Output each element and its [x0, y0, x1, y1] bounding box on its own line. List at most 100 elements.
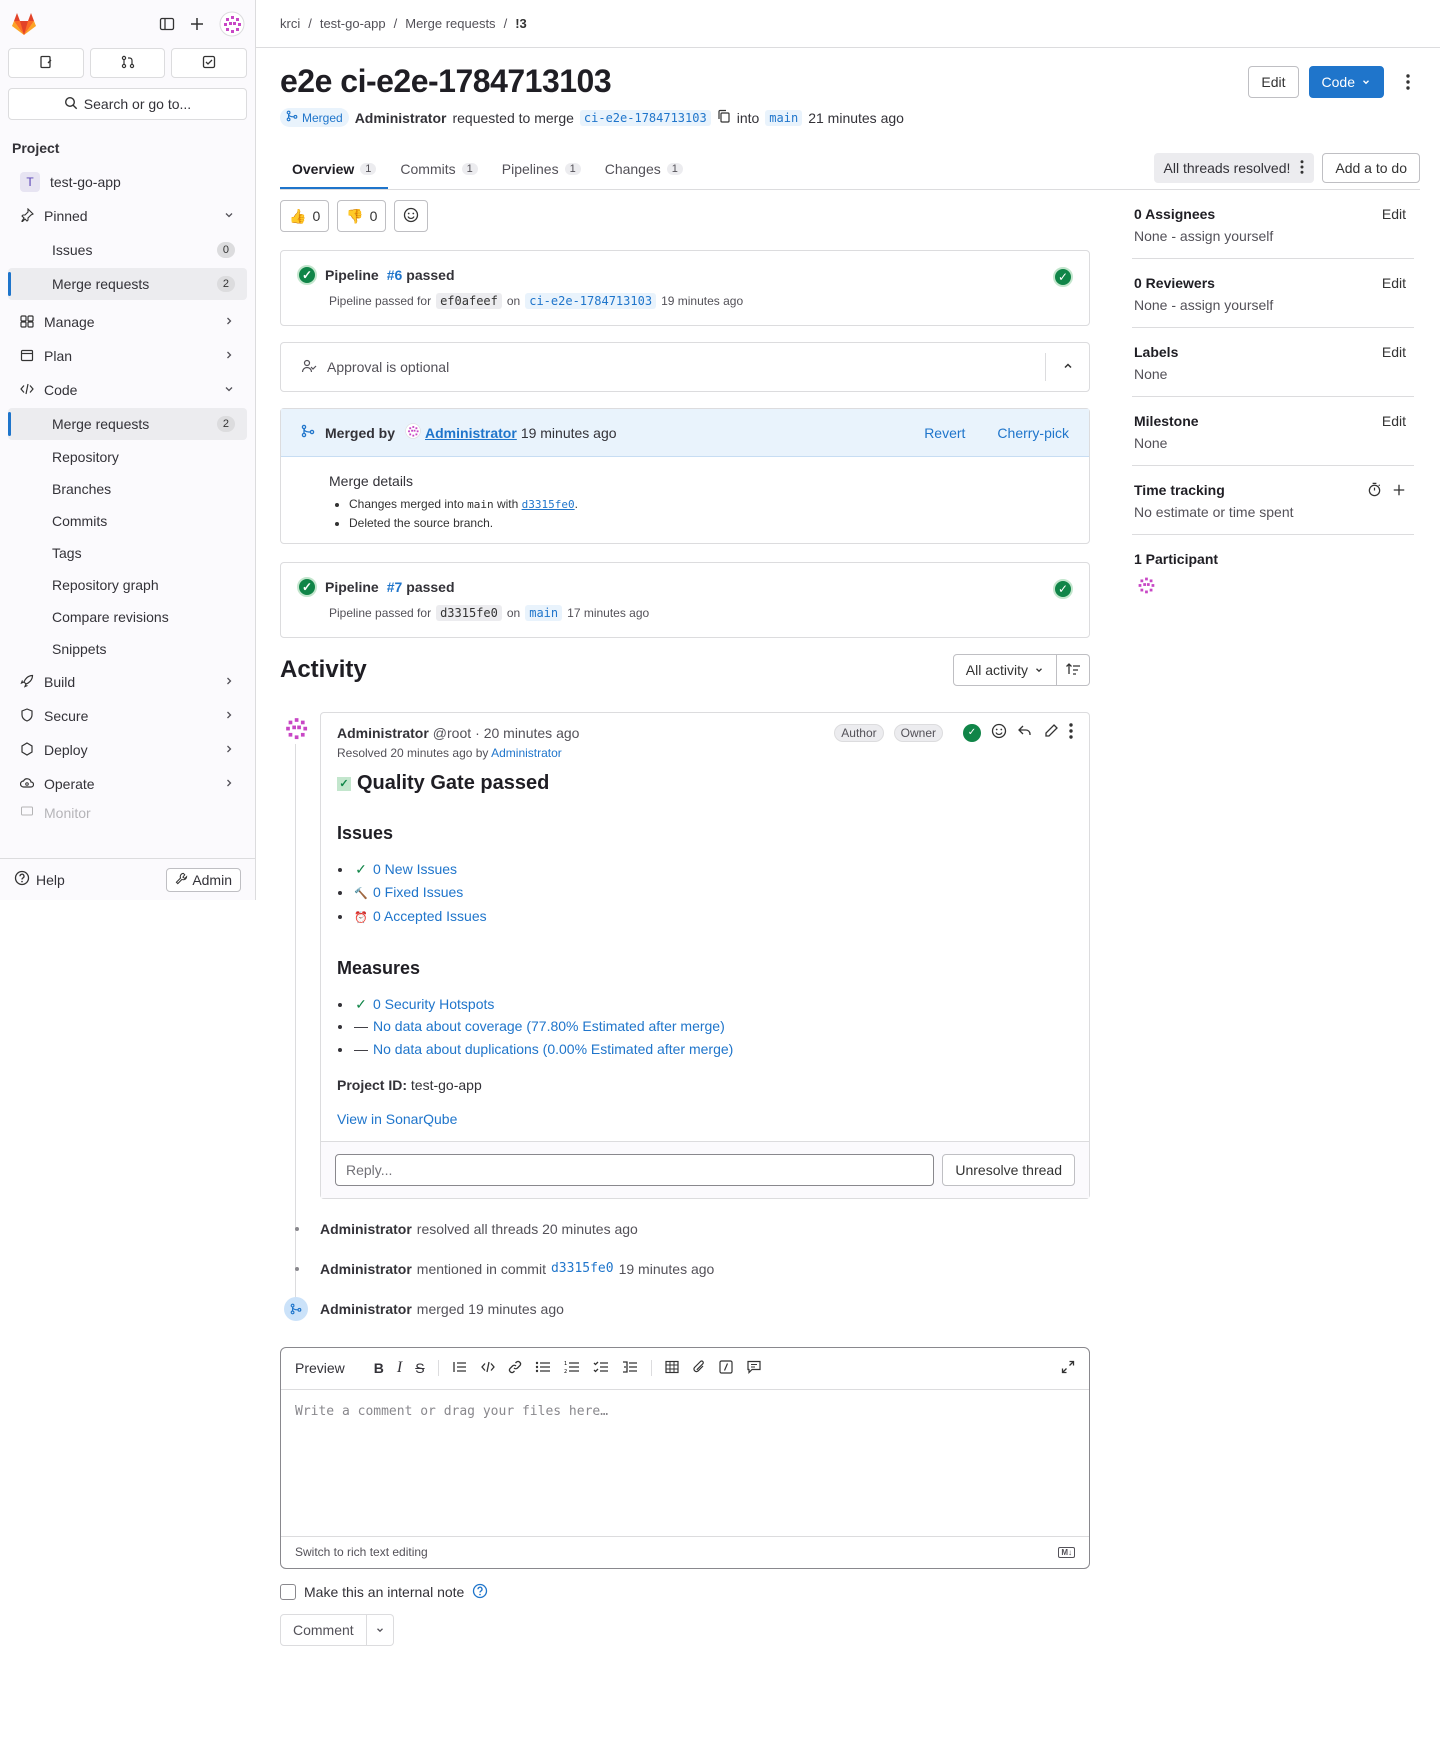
sidebar-item-code[interactable]: Code: [8, 374, 247, 406]
commit-sha[interactable]: d3315fe0: [436, 605, 502, 621]
resolved-by-link[interactable]: Administrator: [491, 746, 562, 760]
reply-icon[interactable]: [1017, 723, 1033, 742]
more-actions-icon[interactable]: [1394, 66, 1422, 98]
copy-branch-icon[interactable]: [717, 109, 731, 126]
sidebar-item-deploy[interactable]: Deploy: [8, 734, 247, 766]
gitlab-logo-icon[interactable]: [10, 10, 38, 38]
sidebar-item-manage[interactable]: Manage: [8, 306, 247, 338]
measure-link[interactable]: No data about duplications (0.00% Estima…: [373, 1041, 733, 1057]
sidebar-item-commits[interactable]: Commits: [8, 506, 247, 536]
more-vertical-icon[interactable]: [1069, 723, 1073, 742]
add-reaction-button[interactable]: [394, 200, 429, 232]
status-success-icon[interactable]: ✓: [297, 577, 317, 597]
edit-milestone-button[interactable]: Edit: [1382, 413, 1406, 429]
sidebar-item-plan[interactable]: Plan: [8, 340, 247, 372]
search-button[interactable]: Search or go to...: [8, 88, 247, 120]
sidebar-item-tags[interactable]: Tags: [8, 538, 247, 568]
pipeline-link[interactable]: #7: [387, 579, 403, 595]
comment-button[interactable]: Comment: [280, 1613, 367, 1646]
internal-note-checkbox[interactable]: [280, 1584, 296, 1601]
edit-assignees-button[interactable]: Edit: [1382, 206, 1406, 222]
source-branch[interactable]: ci-e2e-1784713103: [579, 109, 711, 126]
sidebar-item-operate[interactable]: Operate: [8, 768, 247, 800]
sidebar-toggle-icon[interactable]: [159, 16, 175, 32]
sidebar-item-monitor[interactable]: Monitor: [8, 804, 247, 822]
commit-link[interactable]: d3315fe0: [551, 1261, 614, 1276]
collapsible-section-icon[interactable]: [622, 1360, 638, 1377]
stage-success-icon[interactable]: ✓: [1053, 579, 1073, 599]
resolved-check-icon[interactable]: ✓: [963, 723, 981, 742]
admin-button[interactable]: Admin: [166, 867, 241, 892]
rich-text-toggle[interactable]: Switch to rich text editing: [295, 1545, 428, 1559]
system-note-user[interactable]: Administrator: [320, 1261, 412, 1277]
thumbs-up-button[interactable]: 👍 0: [280, 200, 330, 232]
sidebar-project[interactable]: T test-go-app: [8, 166, 247, 198]
code-dropdown-button[interactable]: Code: [1308, 66, 1384, 98]
plus-icon[interactable]: [1392, 483, 1406, 500]
task-list-icon[interactable]: [593, 1360, 609, 1377]
revert-button[interactable]: Revert: [924, 425, 965, 441]
plus-icon[interactable]: [189, 16, 205, 32]
more-vertical-icon[interactable]: [1300, 159, 1304, 177]
target-branch[interactable]: main: [765, 109, 803, 126]
commit-sha[interactable]: ef0afeef: [436, 293, 502, 309]
preview-button[interactable]: Preview: [295, 1360, 345, 1376]
slash-commands-icon[interactable]: [718, 1359, 733, 1377]
system-note-user[interactable]: Administrator: [320, 1301, 412, 1317]
issues-count-button[interactable]: [8, 48, 84, 78]
quote-icon[interactable]: [452, 1360, 468, 1377]
edit-labels-button[interactable]: Edit: [1382, 344, 1406, 360]
edit-button[interactable]: Edit: [1248, 66, 1299, 98]
avatar[interactable]: [1134, 577, 1158, 600]
comment-template-icon[interactable]: [746, 1360, 762, 1377]
breadcrumb-group[interactable]: krci: [280, 16, 300, 31]
breadcrumb-merge-requests[interactable]: Merge requests: [405, 16, 495, 31]
sidebar-item-branches[interactable]: Branches: [8, 474, 247, 504]
note-author[interactable]: Administrator: [337, 725, 429, 741]
pencil-icon[interactable]: [1043, 723, 1059, 742]
sidebar-item-secure[interactable]: Secure: [8, 700, 247, 732]
sidebar-item-repository-graph[interactable]: Repository graph: [8, 570, 247, 600]
smiley-icon[interactable]: [991, 723, 1007, 742]
sidebar-item-pinned-issues[interactable]: Issues 0: [8, 234, 247, 266]
tab-commits[interactable]: Commits 1: [388, 161, 489, 189]
activity-filter-dropdown[interactable]: All activity: [952, 654, 1057, 686]
avatar[interactable]: [280, 712, 312, 747]
reviewers-value[interactable]: None - assign yourself: [1134, 297, 1414, 313]
issue-link[interactable]: 0 Accepted Issues: [373, 908, 487, 924]
help-link[interactable]: Help: [36, 872, 65, 888]
system-note-user[interactable]: Administrator: [320, 1221, 412, 1237]
sidebar-item-pinned[interactable]: Pinned: [8, 200, 247, 232]
cherry-pick-button[interactable]: Cherry-pick: [997, 425, 1069, 441]
italic-icon[interactable]: I: [397, 1359, 402, 1377]
measure-link[interactable]: No data about coverage (77.80% Estimated…: [373, 1018, 725, 1034]
sidebar-item-build[interactable]: Build: [8, 666, 247, 698]
threads-resolved-button[interactable]: All threads resolved!: [1153, 153, 1315, 183]
status-success-icon[interactable]: ✓: [297, 265, 317, 285]
breadcrumb-current[interactable]: !3: [515, 16, 527, 31]
numbered-list-icon[interactable]: 12: [564, 1360, 580, 1377]
assignees-value[interactable]: None - assign yourself: [1134, 228, 1414, 244]
sidebar-item-code-merge-requests[interactable]: Merge requests 2: [8, 408, 247, 440]
stopwatch-icon[interactable]: [1367, 482, 1382, 500]
measure-link[interactable]: 0 Security Hotspots: [373, 996, 494, 1012]
merge-requests-count-button[interactable]: [89, 48, 166, 78]
sonarqube-link[interactable]: View in SonarQube: [337, 1111, 1073, 1141]
issue-link[interactable]: 0 New Issues: [373, 861, 457, 877]
unresolve-thread-button[interactable]: Unresolve thread: [942, 1153, 1075, 1186]
paperclip-icon[interactable]: [692, 1360, 706, 1377]
sidebar-item-repository[interactable]: Repository: [8, 442, 247, 472]
bullet-list-icon[interactable]: [535, 1360, 551, 1377]
thumbs-down-button[interactable]: 👎 0: [337, 200, 387, 232]
sort-order-button[interactable]: [1057, 654, 1090, 686]
internal-note-label[interactable]: Make this an internal note: [304, 1584, 464, 1600]
avatar[interactable]: [219, 11, 245, 37]
sidebar-item-snippets[interactable]: Snippets: [8, 634, 247, 664]
tab-pipelines[interactable]: Pipelines 1: [490, 161, 593, 189]
fullscreen-icon[interactable]: [1061, 1360, 1075, 1377]
pipeline-branch[interactable]: ci-e2e-1784713103: [525, 293, 657, 309]
sidebar-item-compare-revisions[interactable]: Compare revisions: [8, 602, 247, 632]
pipeline-link[interactable]: #6: [387, 267, 403, 283]
sidebar-item-pinned-merge-requests[interactable]: Merge requests 2: [8, 268, 247, 300]
todos-count-button[interactable]: [171, 48, 248, 78]
